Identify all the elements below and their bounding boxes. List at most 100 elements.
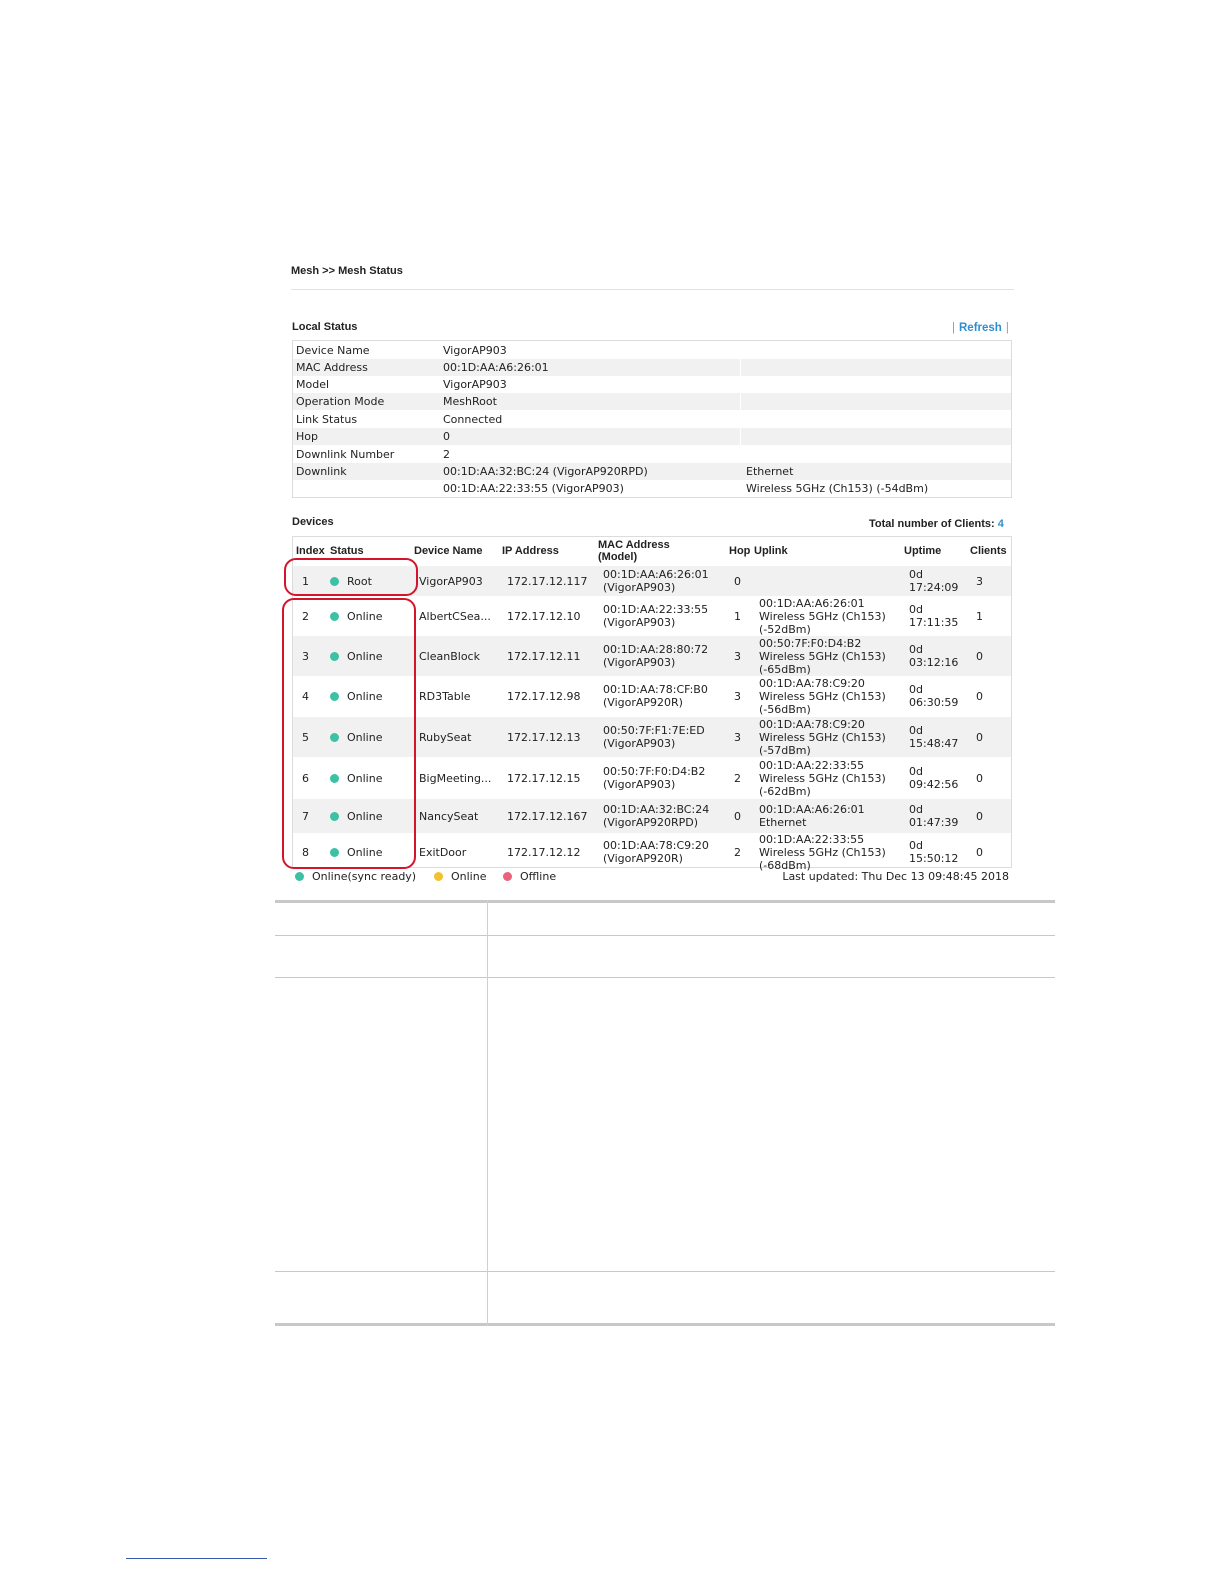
cell-uptime: 0d 03:12:16 bbox=[909, 643, 958, 669]
cell-hop: 3 bbox=[734, 649, 741, 663]
cell-ip-address: 172.17.12.15 bbox=[507, 771, 581, 785]
uplink-line: Wireless 5GHz (Ch153) bbox=[759, 730, 886, 744]
cell-clients: 0 bbox=[976, 771, 983, 785]
cell-hop: 1 bbox=[734, 609, 741, 623]
total-clients-value[interactable]: 4 bbox=[998, 518, 1004, 530]
local-value: 2 bbox=[443, 448, 450, 461]
local-extra: Ethernet bbox=[746, 465, 794, 478]
cell-clients: 0 bbox=[976, 730, 983, 744]
refresh-link[interactable]: Refresh bbox=[959, 322, 1002, 334]
local-row-operation-mode: Operation Mode MeshRoot bbox=[293, 393, 1011, 410]
mac-value: 00:1D:AA:78:C9:20 bbox=[603, 839, 709, 852]
local-label: Model bbox=[296, 378, 330, 391]
table-rule-bottom bbox=[275, 1323, 1055, 1326]
header-clients: Clients bbox=[970, 545, 1007, 557]
uplink-line: 00:1D:AA:22:33:55 bbox=[759, 832, 865, 846]
legend-online: Online bbox=[434, 870, 486, 883]
cell-ip-address: 172.17.12.12 bbox=[507, 845, 581, 859]
legend-label: Online bbox=[451, 870, 487, 883]
cell-uplink: 00:1D:AA:22:33:55 Wireless 5GHz (Ch153) (-… bbox=[759, 833, 886, 872]
local-status-title: Local Status bbox=[292, 321, 358, 333]
cell-hop: 0 bbox=[734, 809, 741, 823]
local-row-downlink: Downlink 00:1D:AA:32:BC:24 (VigorAP920RP… bbox=[293, 463, 1011, 480]
uplink-line: Wireless 5GHz (Ch153) bbox=[759, 649, 886, 663]
legend-dot-icon bbox=[434, 872, 443, 881]
legend-dot-icon bbox=[295, 872, 304, 881]
table-column-divider bbox=[487, 900, 488, 1326]
cell-hop: 3 bbox=[734, 689, 741, 703]
cell-uptime: 0d 01:47:39 bbox=[909, 803, 958, 829]
uptime-time: 15:48:47 bbox=[909, 737, 959, 750]
breadcrumb-divider bbox=[291, 289, 1014, 290]
local-extra: Wireless 5GHz (Ch153) (-54dBm) bbox=[746, 482, 929, 495]
local-value: Connected bbox=[443, 413, 503, 426]
legend-offline: Offline bbox=[503, 870, 556, 883]
cell-hop: 2 bbox=[734, 771, 741, 785]
uplink-line: 00:1D:AA:A6:26:01 bbox=[759, 596, 865, 610]
cell-uptime: 0d 17:24:09 bbox=[909, 568, 958, 594]
uptime-time: 15:50:12 bbox=[909, 852, 959, 865]
cell-clients: 0 bbox=[976, 649, 983, 663]
table-rule bbox=[275, 1271, 1055, 1272]
cell-clients: 1 bbox=[976, 609, 983, 623]
header-uplink: Uplink bbox=[754, 545, 788, 557]
uplink-line: 00:1D:AA:A6:26:01 bbox=[759, 803, 865, 816]
uptime-days: 0d bbox=[909, 803, 923, 816]
uplink-line: (-62dBm) bbox=[759, 784, 811, 798]
cell-clients: 0 bbox=[976, 689, 983, 703]
header-index: Index bbox=[296, 545, 325, 557]
local-label: Downlink bbox=[296, 465, 347, 478]
model-value: (VigorAP903) bbox=[603, 778, 676, 791]
mac-value: 00:50:7F:F1:7E:ED bbox=[603, 724, 705, 737]
table-rule bbox=[275, 935, 1055, 936]
local-row-device-name: Device Name VigorAP903 bbox=[293, 342, 1011, 359]
uptime-time: 03:12:16 bbox=[909, 656, 959, 669]
header-device-name: Device Name bbox=[414, 545, 483, 557]
local-label: Link Status bbox=[296, 413, 358, 426]
local-label: Hop bbox=[296, 430, 318, 443]
local-row-model: Model VigorAP903 bbox=[293, 376, 1011, 393]
last-updated: Last updated: Thu Dec 13 09:48:45 2018 bbox=[782, 870, 1009, 883]
local-status-table: Device Name VigorAP903 MAC Address 00:1D… bbox=[292, 340, 1012, 498]
uptime-days: 0d bbox=[909, 765, 923, 778]
cell-mac-address: 00:1D:AA:78:C9:20 (VigorAP920R) bbox=[603, 839, 709, 865]
uplink-line: 00:1D:AA:78:C9:20 bbox=[759, 676, 865, 690]
header-mac-line2: (Model) bbox=[598, 551, 638, 563]
footer-link-underline bbox=[126, 1558, 267, 1559]
description-table bbox=[275, 900, 1055, 1326]
cell-hop: 2 bbox=[734, 845, 741, 859]
local-value: 00:1D:AA:32:BC:24 (VigorAP920RPD) bbox=[443, 465, 648, 478]
status-legend: Online(sync ready) Online Offline Last u… bbox=[295, 870, 1009, 884]
uptime-days: 0d bbox=[909, 568, 923, 581]
uptime-days: 0d bbox=[909, 724, 923, 737]
cell-device-name: BigMeeting... bbox=[419, 771, 492, 785]
cell-ip-address: 172.17.12.117 bbox=[507, 574, 588, 588]
devices-title: Devices bbox=[292, 516, 334, 528]
local-value: 00:1D:AA:A6:26:01 bbox=[443, 361, 549, 374]
model-value: (VigorAP903) bbox=[603, 616, 676, 629]
local-label: Operation Mode bbox=[296, 395, 385, 408]
cell-uplink: 00:1D:AA:78:C9:20 Wireless 5GHz (Ch153) (-… bbox=[759, 677, 886, 716]
cell-ip-address: 172.17.12.10 bbox=[507, 609, 581, 623]
local-label: Downlink Number bbox=[296, 448, 395, 461]
mac-value: 00:1D:AA:78:CF:B0 bbox=[603, 683, 708, 696]
local-label: Device Name bbox=[296, 344, 370, 357]
refresh-control: | Refresh | bbox=[952, 322, 1009, 334]
uplink-line: (-65dBm) bbox=[759, 662, 811, 676]
uplink-line: Wireless 5GHz (Ch153) bbox=[759, 689, 886, 703]
local-value: VigorAP903 bbox=[443, 344, 507, 357]
model-value: (VigorAP903) bbox=[603, 581, 676, 594]
breadcrumb: Mesh >> Mesh Status bbox=[291, 265, 403, 277]
cell-mac-address: 00:1D:AA:A6:26:01 (VigorAP903) bbox=[603, 568, 709, 594]
uptime-time: 06:30:59 bbox=[909, 696, 959, 709]
model-value: (VigorAP920RPD) bbox=[603, 816, 699, 829]
uptime-time: 09:42:56 bbox=[909, 778, 959, 791]
cell-uptime: 0d 15:48:47 bbox=[909, 724, 958, 750]
table-rule bbox=[275, 977, 1055, 978]
cell-mac-address: 00:50:7F:F1:7E:ED (VigorAP903) bbox=[603, 724, 705, 750]
uplink-line: 00:1D:AA:22:33:55 bbox=[759, 758, 865, 772]
cell-ip-address: 172.17.12.167 bbox=[507, 809, 588, 823]
cell-uplink: 00:1D:AA:A6:26:01 Ethernet bbox=[759, 803, 865, 829]
local-value: VigorAP903 bbox=[443, 378, 507, 391]
local-row-mac-address: MAC Address 00:1D:AA:A6:26:01 bbox=[293, 359, 1011, 376]
